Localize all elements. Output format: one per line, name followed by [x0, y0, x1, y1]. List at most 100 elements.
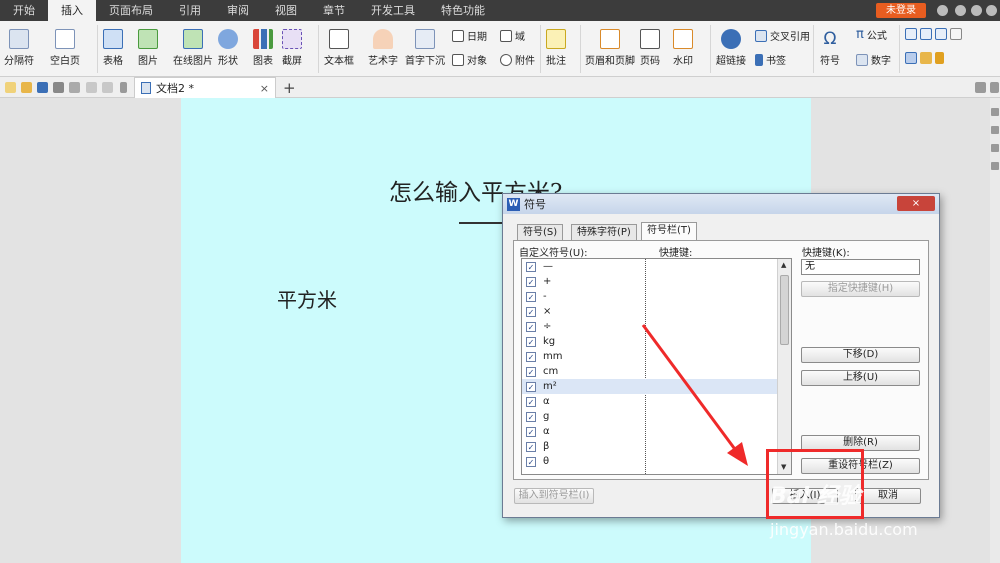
form-tools-group[interactable]: [905, 52, 944, 64]
move-down-button[interactable]: 下移(D): [801, 347, 920, 363]
skin-icon[interactable]: [937, 5, 948, 16]
side-tool-icon[interactable]: [991, 126, 999, 134]
print-icon[interactable]: [53, 82, 64, 93]
checkbox[interactable]: ✓: [526, 381, 536, 392]
field-button[interactable]: 域: [500, 28, 525, 43]
move-up-button[interactable]: 上移(U): [801, 370, 920, 386]
menu-features[interactable]: 特色功能: [428, 0, 498, 21]
chevron-down-icon[interactable]: [120, 82, 127, 93]
save-icon[interactable]: [37, 82, 48, 93]
tab-symbol-bar[interactable]: 符号栏(T): [641, 222, 697, 241]
chart-button[interactable]: 图表: [253, 29, 273, 67]
list-item[interactable]: ✓ cm: [522, 364, 778, 379]
blank-page-button[interactable]: 空白页: [50, 29, 80, 67]
wordart-button[interactable]: 艺术字: [368, 29, 398, 67]
list-item[interactable]: ✓ g: [522, 409, 778, 424]
undo-icon[interactable]: [86, 82, 97, 93]
close-icon[interactable]: ×: [260, 82, 269, 95]
checkbox[interactable]: ✓: [526, 426, 536, 437]
menu-references[interactable]: 引用: [166, 0, 214, 21]
menu-view[interactable]: 视图: [262, 0, 310, 21]
dialog-title-bar[interactable]: W 符号 ×: [503, 194, 939, 214]
dropcap-button[interactable]: 首字下沉: [405, 29, 445, 67]
checkbox[interactable]: ✓: [526, 456, 536, 467]
print-preview-icon[interactable]: [69, 82, 80, 93]
list-item[interactable]: ✓ θ: [522, 454, 778, 469]
online-picture-button[interactable]: 在线图片: [173, 29, 213, 67]
tab-special-chars[interactable]: 特殊字符(P): [571, 224, 637, 240]
checkbox[interactable]: ✓: [526, 351, 536, 362]
watermark-button[interactable]: 水印: [673, 29, 693, 67]
new-file-icon[interactable]: [5, 82, 16, 93]
checkbox[interactable]: ✓: [526, 411, 536, 422]
menu-home[interactable]: 开始: [0, 0, 48, 21]
menu-review[interactable]: 审阅: [214, 0, 262, 21]
separator-button[interactable]: 分隔符: [4, 29, 34, 67]
help-icon[interactable]: [986, 5, 997, 16]
sync-icon[interactable]: [955, 5, 966, 16]
dialog-close-button[interactable]: ×: [897, 196, 935, 211]
checkbox[interactable]: ✓: [526, 261, 536, 272]
picture-button[interactable]: 图片: [138, 29, 158, 67]
side-tool-icon[interactable]: [991, 144, 999, 152]
form-controls-group[interactable]: [905, 28, 962, 40]
list-item[interactable]: ✓ mm: [522, 349, 778, 364]
scroll-thumb[interactable]: [780, 275, 789, 345]
cancel-button[interactable]: 取消: [855, 488, 921, 504]
list-item[interactable]: ✓ α: [522, 424, 778, 439]
attachment-button[interactable]: 附件: [500, 52, 535, 67]
login-button[interactable]: 未登录: [876, 3, 926, 18]
object-button[interactable]: 对象: [452, 52, 487, 67]
checkbox[interactable]: ✓: [526, 366, 536, 377]
scroll-up-icon[interactable]: ▲: [781, 261, 786, 269]
collapse-icon[interactable]: [975, 82, 986, 93]
bookmark-button[interactable]: 书签: [755, 52, 786, 67]
date-button[interactable]: 日期: [452, 28, 487, 43]
menu-page-layout[interactable]: 页面布局: [96, 0, 166, 21]
insert-to-symbol-bar-button[interactable]: 插入到符号栏(I): [514, 488, 594, 504]
side-tool-icon[interactable]: [991, 108, 999, 116]
checkbox[interactable]: ✓: [526, 291, 536, 302]
list-item[interactable]: ✓ α: [522, 394, 778, 409]
formula-button[interactable]: π 公式: [856, 27, 887, 42]
menu-section[interactable]: 章节: [310, 0, 358, 21]
custom-symbol-list[interactable]: ✓ — ✓ + ✓ - ✓ × ✓ ÷ ✓ kg ✓ mm ✓ cm ✓ m² ✓ α ✓ g ✓ α …: [521, 258, 792, 475]
tab-symbols[interactable]: 符号(S): [517, 224, 564, 240]
table-button[interactable]: 表格: [103, 29, 123, 67]
textbox-button[interactable]: 文本框: [324, 29, 354, 67]
list-item[interactable]: ✓ kg: [522, 334, 778, 349]
panel-icon[interactable]: [990, 82, 999, 93]
hyperlink-button[interactable]: 超链接: [716, 29, 746, 67]
checkbox[interactable]: ✓: [526, 321, 536, 332]
page-number-button[interactable]: 页码: [640, 29, 660, 67]
cross-reference-button[interactable]: 交叉引用: [755, 28, 810, 43]
list-scrollbar[interactable]: ▲ ▼: [777, 259, 791, 474]
comment-button[interactable]: 批注: [546, 29, 566, 67]
list-item[interactable]: ✓ +: [522, 274, 778, 289]
list-item[interactable]: ✓ —: [522, 259, 778, 274]
document-tab[interactable]: 文档2 * ×: [134, 77, 276, 98]
list-item[interactable]: ✓ ×: [522, 304, 778, 319]
list-item[interactable]: ✓ ÷: [522, 319, 778, 334]
checkbox[interactable]: ✓: [526, 276, 536, 287]
list-item[interactable]: ✓ -: [522, 289, 778, 304]
menu-developer[interactable]: 开发工具: [358, 0, 428, 21]
shortcut-input[interactable]: 无: [801, 259, 920, 275]
side-tool-icon[interactable]: [991, 162, 999, 170]
checkbox[interactable]: ✓: [526, 336, 536, 347]
settings-icon[interactable]: [971, 5, 982, 16]
checkbox[interactable]: ✓: [526, 441, 536, 452]
list-item-selected[interactable]: ✓ m²: [522, 379, 778, 394]
header-footer-button[interactable]: 页眉和页脚: [585, 29, 635, 67]
shape-button[interactable]: 形状: [218, 29, 238, 67]
screenshot-button[interactable]: 截屏: [282, 29, 302, 67]
symbol-button[interactable]: Ω 符号: [820, 29, 840, 67]
checkbox[interactable]: ✓: [526, 396, 536, 407]
assign-shortcut-button[interactable]: 指定快捷键(H): [801, 281, 920, 297]
redo-icon[interactable]: [102, 82, 113, 93]
list-item[interactable]: ✓ β: [522, 439, 778, 454]
checkbox[interactable]: ✓: [526, 306, 536, 317]
menu-insert[interactable]: 插入: [48, 0, 96, 21]
number-button[interactable]: 数字: [856, 52, 891, 67]
new-tab-button[interactable]: +: [283, 79, 296, 97]
